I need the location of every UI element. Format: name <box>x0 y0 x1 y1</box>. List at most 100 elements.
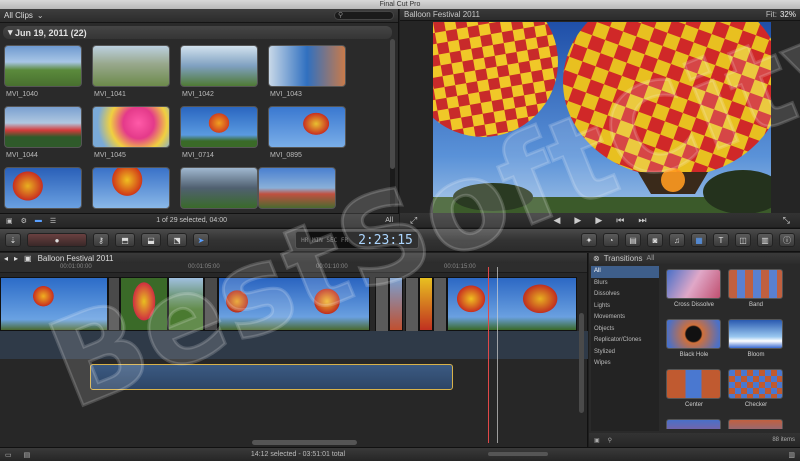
enhancements-button[interactable]: ✦ <box>581 233 597 247</box>
record-voiceover-button[interactable]: ● <box>27 233 87 247</box>
clip-item[interactable] <box>180 167 260 209</box>
fit-value[interactable]: 32% <box>780 10 796 19</box>
timeline-clip[interactable] <box>419 277 433 331</box>
clip-appearance-icon[interactable]: ▥ <box>788 451 795 459</box>
themes-browser-button[interactable]: ▥ <box>757 233 773 247</box>
skip-back-icon[interactable]: ⏮ <box>616 215 624 226</box>
forward-icon[interactable]: ▸ <box>14 254 18 263</box>
clip-item[interactable]: MVI_1044 <box>4 106 84 159</box>
play-icon[interactable]: ▶ <box>595 215 602 226</box>
timeline-horizontal-scrollbar[interactable] <box>252 440 357 445</box>
audio-toggle-icon[interactable]: ▤ <box>24 451 31 459</box>
back-icon[interactable]: ◂ <box>4 254 8 263</box>
transition-item[interactable]: Center <box>666 369 722 408</box>
previous-frame-icon[interactable]: ◀ <box>554 215 561 226</box>
library-label[interactable]: All Clips <box>4 11 33 20</box>
close-icon[interactable]: ⊗ <box>593 254 600 263</box>
list-view-icon[interactable]: ☰ <box>50 217 56 225</box>
insert-clip-button[interactable]: ⬓ <box>141 233 161 247</box>
film-icon[interactable]: ▣ <box>6 217 13 225</box>
category-item[interactable]: Blurs <box>591 278 659 290</box>
timeline-clip[interactable] <box>389 277 403 331</box>
dashboard-timecode[interactable]: HR MIN SEC FR 2:23:15 <box>295 231 419 249</box>
transition-item[interactable] <box>728 419 784 429</box>
clip-item[interactable]: MVI_1043 <box>268 45 348 98</box>
append-clip-button[interactable]: ⬔ <box>167 233 187 247</box>
transitions-browser-button[interactable]: ▦ <box>691 233 707 247</box>
next-frame-icon[interactable]: ▶ <box>574 215 581 226</box>
timeline-clip[interactable] <box>168 277 204 331</box>
filter-dropdown[interactable]: All <box>385 217 393 224</box>
zoom-slider[interactable] <box>488 452 548 456</box>
clip-thumbnail <box>258 167 336 209</box>
skip-forward-icon[interactable]: ⏭ <box>638 215 646 226</box>
project-icon: ▣ <box>24 253 32 263</box>
category-item[interactable]: Objects <box>591 324 659 336</box>
clip-item[interactable]: MVI_1045 <box>92 106 172 159</box>
clip-item[interactable]: MVI_1042 <box>180 45 260 98</box>
filmstrip-view-icon[interactable]: ▬ <box>35 217 42 224</box>
connected-audio-clip[interactable] <box>90 364 453 390</box>
fullscreen-icon[interactable]: ⤢ <box>410 215 417 226</box>
gear-icon[interactable]: ⚙ <box>21 217 27 225</box>
transition-item[interactable] <box>666 419 722 429</box>
search-input[interactable]: ⚲ <box>334 11 394 20</box>
category-item[interactable]: Lights <box>591 301 659 313</box>
timeline-clip[interactable] <box>120 277 168 331</box>
transition-item[interactable]: Band <box>728 269 784 308</box>
expand-icon[interactable]: ⤡ <box>783 215 790 226</box>
clip-item[interactable] <box>92 167 172 209</box>
clip-item[interactable]: MVI_1040 <box>4 45 84 98</box>
transition-item[interactable]: Black Hole <box>666 319 722 358</box>
photo-browser-button[interactable]: ◙ <box>647 233 663 247</box>
transition-item[interactable]: Bloom <box>728 319 784 358</box>
clip-thumbnail <box>4 167 82 209</box>
category-item[interactable]: All <box>591 266 659 278</box>
disclosure-triangle-icon[interactable]: ▾ <box>8 27 15 38</box>
search-icon[interactable]: ⚲ <box>608 437 612 444</box>
transition-item[interactable]: Checker <box>728 369 784 408</box>
clip-name: MVI_1045 <box>94 152 126 159</box>
timeline-clip[interactable] <box>218 277 370 331</box>
playhead[interactable] <box>488 267 489 443</box>
generators-browser-button[interactable]: ◫ <box>735 233 751 247</box>
chevron-down-icon[interactable]: ⌄ <box>37 11 44 20</box>
viewer-frame <box>433 22 771 214</box>
import-button[interactable]: ⇣ <box>5 233 21 247</box>
retime-button[interactable]: ◔ <box>603 233 619 247</box>
sidebar-toggle-icon[interactable]: ▣ <box>594 437 600 444</box>
clip-item[interactable] <box>4 167 84 209</box>
timeline-clip[interactable] <box>0 277 108 331</box>
timeline-vertical-scrollbar[interactable] <box>579 313 584 413</box>
primary-audio-track[interactable] <box>0 331 588 359</box>
timeline-clip[interactable] <box>447 277 577 331</box>
category-item[interactable]: Stylized <box>591 347 659 359</box>
info-button[interactable]: ⓘ <box>779 233 795 247</box>
time-ruler[interactable]: 00:01:00:00 00:01:05:00 00:01:10:00 00:0… <box>0 263 587 273</box>
browser-scrollbar[interactable] <box>390 39 395 207</box>
music-browser-button[interactable]: ♫ <box>669 233 685 247</box>
clip-item[interactable]: MVI_1041 <box>92 45 172 98</box>
transition-thumbnail <box>728 419 783 429</box>
event-header[interactable]: ▾ Jun 19, 2011 (22) <box>3 26 392 39</box>
category-item[interactable]: Movements <box>591 312 659 324</box>
titles-browser-button[interactable]: T <box>713 233 729 247</box>
transitions-filter[interactable]: All <box>647 255 655 262</box>
connect-clip-button[interactable]: ⬒ <box>115 233 135 247</box>
viewer-header: Balloon Festival 2011 Fit: 32% <box>400 9 800 21</box>
category-item[interactable]: Replicator/Clones <box>591 335 659 347</box>
filmstrip-toggle-icon[interactable]: ▭ <box>5 451 12 459</box>
clip-item[interactable]: MVI_0895 <box>268 106 348 159</box>
category-item[interactable]: Dissolves <box>591 289 659 301</box>
event-title: Jun 19, 2011 (22) <box>15 27 87 38</box>
keyword-button[interactable]: ⚷ <box>93 233 109 247</box>
clip-item[interactable]: MVI_0714 <box>180 106 260 159</box>
category-item[interactable]: Wipes <box>591 358 659 370</box>
scroll-thumb[interactable] <box>390 39 395 169</box>
select-tool-button[interactable]: ➤ <box>193 233 209 247</box>
timeline-clip[interactable] <box>108 277 120 331</box>
timeline-clip[interactable] <box>204 277 218 331</box>
transition-item[interactable]: Cross Dissolve <box>666 269 722 308</box>
inspector-toggle-button[interactable]: ▤ <box>625 233 641 247</box>
clip-item[interactable] <box>258 167 338 209</box>
